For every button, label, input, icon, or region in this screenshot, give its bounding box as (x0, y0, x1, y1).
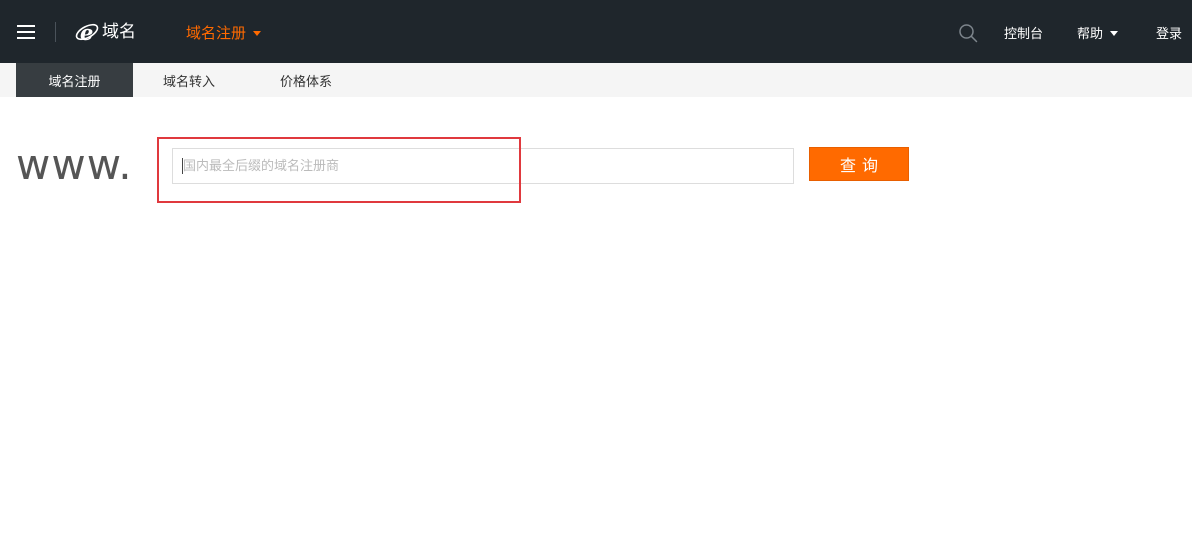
tab-domain-transfer-label: 域名转入 (163, 74, 216, 90)
nav-domain-register-label: 域名注册 (186, 23, 247, 42)
svg-text:e: e (80, 20, 93, 45)
e-logo-icon: e (75, 20, 99, 45)
www-prefix: www. (16, 140, 133, 189)
console-link[interactable]: 控制台 (1004, 21, 1043, 43)
search-icon[interactable] (958, 23, 978, 43)
help-label: 帮助 (1077, 26, 1104, 42)
tab-domain-register[interactable]: 域名注册 (16, 63, 133, 97)
query-button[interactable]: 查询 (809, 147, 909, 181)
sub-navigation: 域名注册 域名转入 价格体系 (0, 63, 1192, 97)
login-link[interactable]: 登录 (1156, 21, 1182, 43)
text-cursor (182, 158, 183, 174)
tab-domain-register-label: 域名注册 (48, 74, 101, 90)
console-link-label: 控制台 (1004, 26, 1044, 42)
site-logo[interactable]: e 域名 (74, 17, 136, 47)
logo-text: 域名 (102, 21, 136, 42)
top-divider (55, 22, 56, 42)
nav-domain-register-dropdown[interactable]: 域名注册 (186, 21, 262, 43)
help-dropdown[interactable]: 帮助 (1077, 21, 1119, 43)
tab-domain-transfer[interactable]: 域名转入 (163, 63, 215, 97)
login-label: 登录 (1156, 26, 1183, 42)
hamburger-menu-icon[interactable] (17, 24, 35, 39)
domain-search-input[interactable] (172, 148, 794, 184)
tab-price-system-label: 价格体系 (280, 74, 333, 90)
caret-down-icon (1110, 30, 1119, 36)
tab-price-system[interactable]: 价格体系 (280, 63, 332, 97)
caret-down-icon (253, 30, 262, 36)
query-button-label: 查询 (839, 156, 884, 175)
top-navigation-bar: e 域名 域名注册 控制台 帮助 登录 (0, 0, 1192, 63)
